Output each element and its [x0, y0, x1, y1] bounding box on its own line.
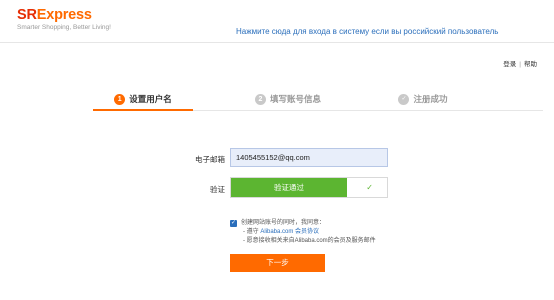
- agreement-terms: - 遵守 Alibaba.com 会员协议: [241, 228, 376, 237]
- step-1-number: 1: [114, 93, 126, 105]
- slider-verification[interactable]: 验证通过 ✓: [230, 177, 388, 198]
- step-2-label: 填写账号信息: [269, 94, 321, 104]
- agreement-terms-prefix: - 遵守: [243, 229, 261, 235]
- step-1-label: 设置用户名: [129, 94, 172, 104]
- agreement-checkbox[interactable]: ✓: [230, 220, 237, 227]
- tagline: Smarter Shopping, Better Living!: [17, 24, 111, 31]
- registration-steps: 1 设置用户名 2 填写账号信息 ✓ 注册成功: [93, 87, 543, 111]
- check-icon: ✓: [366, 183, 373, 192]
- step-2-number: 2: [254, 93, 266, 105]
- email-field[interactable]: [230, 148, 388, 167]
- member-agreement-link[interactable]: Alibaba.com 会员协议: [260, 229, 319, 235]
- logo-sr: SR: [17, 7, 37, 23]
- step-fill-account-info: 2 填写账号信息: [238, 87, 338, 111]
- russian-user-login-link[interactable]: Нажмите сюда для входа в систему если вы…: [236, 27, 498, 36]
- step-3-label: 注册成功: [413, 94, 448, 104]
- top-links: 登录 | 帮助: [503, 58, 537, 68]
- check-circle-icon: ✓: [398, 93, 410, 105]
- logo-express: Express: [36, 7, 92, 23]
- step-set-username: 1 设置用户名: [93, 87, 193, 111]
- logo[interactable]: SRExpress: [17, 7, 92, 23]
- next-step-button[interactable]: 下一步: [230, 254, 325, 272]
- site-header: SRExpress Smarter Shopping, Better Livin…: [0, 0, 554, 43]
- active-step-indicator: [93, 109, 193, 111]
- verify-label: 验证: [210, 185, 225, 194]
- agreement-email-consent: - 愿意接收相关来自Alibaba.com的会员及服务邮件: [243, 238, 376, 244]
- email-label: 电子邮箱: [195, 155, 225, 164]
- help-link[interactable]: 帮助: [524, 61, 537, 68]
- login-link[interactable]: 登录: [503, 61, 516, 68]
- top-links-separator: |: [519, 61, 521, 68]
- agreement-intro: 创建网站账号的同时，我同意：: [241, 220, 326, 226]
- verify-status: 验证通过: [231, 178, 347, 197]
- step-registration-success: ✓ 注册成功: [373, 87, 473, 111]
